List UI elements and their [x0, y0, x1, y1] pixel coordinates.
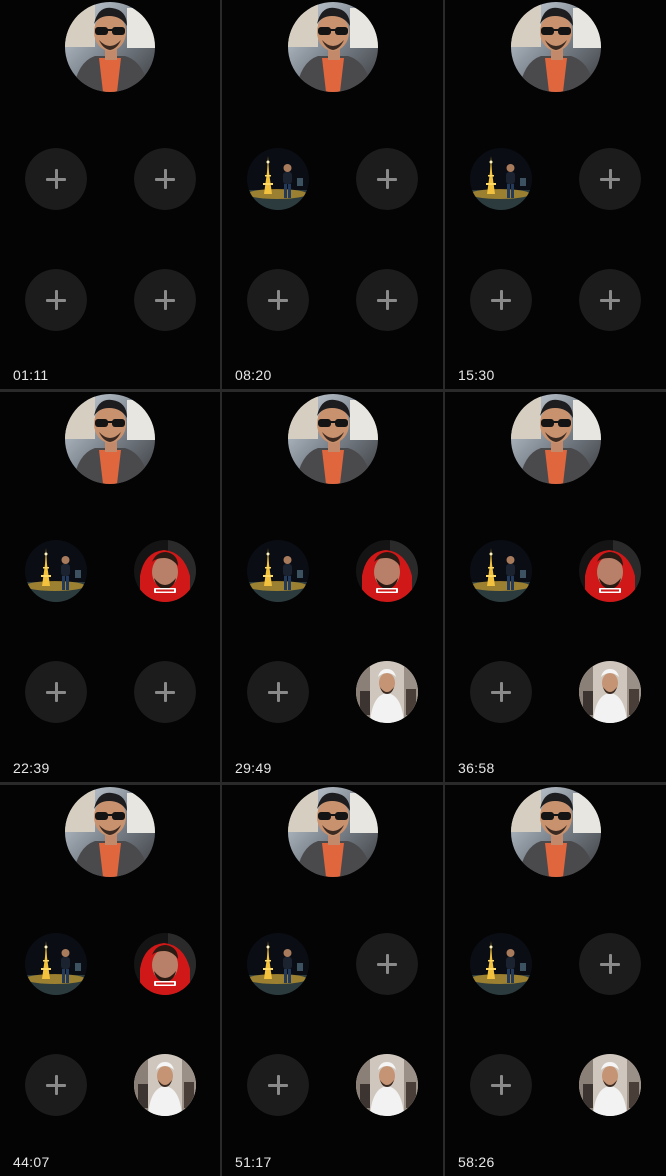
plus-icon — [134, 269, 196, 331]
frame-timestamp: 08:20 — [235, 367, 272, 383]
frame-cell: 58:26 — [445, 785, 666, 1176]
host-avatar[interactable] — [510, 787, 601, 877]
add-guest-button[interactable] — [356, 148, 418, 210]
white-robe-avatar[interactable] — [356, 1054, 418, 1116]
frame-cell: 29:49 — [222, 392, 443, 782]
host-avatar[interactable] — [65, 787, 155, 877]
frame-timestamp: 22:39 — [13, 760, 50, 776]
add-guest-button[interactable] — [356, 269, 418, 331]
eiffel-tower-avatar[interactable] — [25, 933, 87, 995]
frame-cell: 22:39 — [0, 392, 220, 782]
host-avatar[interactable] — [65, 394, 155, 484]
plus-icon — [134, 661, 196, 723]
red-hoodie-avatar[interactable] — [356, 540, 418, 602]
plus-icon — [247, 1054, 309, 1116]
add-guest-button[interactable] — [356, 933, 418, 995]
plus-icon — [247, 269, 309, 331]
plus-icon — [470, 1054, 532, 1116]
red-hoodie-avatar[interactable] — [134, 933, 196, 995]
frame-timestamp: 58:26 — [458, 1154, 495, 1170]
frame-cell: 51:17 — [222, 785, 443, 1176]
plus-icon — [25, 269, 87, 331]
plus-icon — [25, 661, 87, 723]
eiffel-tower-avatar[interactable] — [247, 148, 309, 210]
eiffel-tower-avatar[interactable] — [470, 148, 532, 210]
plus-icon — [579, 933, 641, 995]
red-hoodie-avatar[interactable] — [579, 540, 641, 602]
white-robe-avatar[interactable] — [356, 661, 418, 723]
white-robe-avatar[interactable] — [134, 1054, 196, 1116]
frame-timestamp: 15:30 — [458, 367, 495, 383]
add-guest-button[interactable] — [25, 1054, 87, 1116]
plus-icon — [356, 269, 418, 331]
add-guest-button[interactable] — [470, 661, 532, 723]
eiffel-tower-avatar[interactable] — [470, 933, 532, 995]
add-guest-button[interactable] — [134, 269, 196, 331]
frame-cell: 08:20 — [222, 0, 443, 389]
host-avatar[interactable] — [287, 394, 378, 484]
add-guest-button[interactable] — [25, 148, 87, 210]
add-guest-button[interactable] — [134, 661, 196, 723]
host-avatar[interactable] — [510, 2, 601, 92]
add-guest-button[interactable] — [579, 148, 641, 210]
white-robe-avatar[interactable] — [579, 661, 641, 723]
frame-cell: 15:30 — [445, 0, 666, 389]
host-avatar[interactable] — [65, 2, 155, 92]
frame-timestamp: 44:07 — [13, 1154, 50, 1170]
plus-icon — [579, 148, 641, 210]
eiffel-tower-avatar[interactable] — [247, 540, 309, 602]
plus-icon — [579, 269, 641, 331]
eiffel-tower-avatar[interactable] — [25, 540, 87, 602]
frame-cell: 36:58 — [445, 392, 666, 782]
add-guest-button[interactable] — [25, 661, 87, 723]
add-guest-button[interactable] — [470, 1054, 532, 1116]
add-guest-button[interactable] — [470, 269, 532, 331]
frame-cell: 44:07 — [0, 785, 220, 1176]
plus-icon — [25, 1054, 87, 1116]
plus-icon — [134, 148, 196, 210]
plus-icon — [470, 661, 532, 723]
eiffel-tower-avatar[interactable] — [470, 540, 532, 602]
add-guest-button[interactable] — [247, 1054, 309, 1116]
live-frames-grid: 01:11 08:20 15:30 22:39 29:49 36:58 44:0… — [0, 0, 666, 1176]
add-guest-button[interactable] — [134, 148, 196, 210]
plus-icon — [470, 269, 532, 331]
plus-icon — [247, 661, 309, 723]
eiffel-tower-avatar[interactable] — [247, 933, 309, 995]
frame-timestamp: 36:58 — [458, 760, 495, 776]
frame-cell: 01:11 — [0, 0, 220, 389]
frame-timestamp: 01:11 — [13, 367, 49, 383]
frame-timestamp: 51:17 — [235, 1154, 272, 1170]
add-guest-button[interactable] — [25, 269, 87, 331]
add-guest-button[interactable] — [247, 661, 309, 723]
add-guest-button[interactable] — [579, 933, 641, 995]
host-avatar[interactable] — [287, 2, 378, 92]
plus-icon — [356, 148, 418, 210]
plus-icon — [356, 933, 418, 995]
plus-icon — [25, 148, 87, 210]
frame-timestamp: 29:49 — [235, 760, 272, 776]
add-guest-button[interactable] — [579, 269, 641, 331]
host-avatar[interactable] — [510, 394, 601, 484]
add-guest-button[interactable] — [247, 269, 309, 331]
red-hoodie-avatar[interactable] — [134, 540, 196, 602]
white-robe-avatar[interactable] — [579, 1054, 641, 1116]
host-avatar[interactable] — [287, 787, 378, 877]
